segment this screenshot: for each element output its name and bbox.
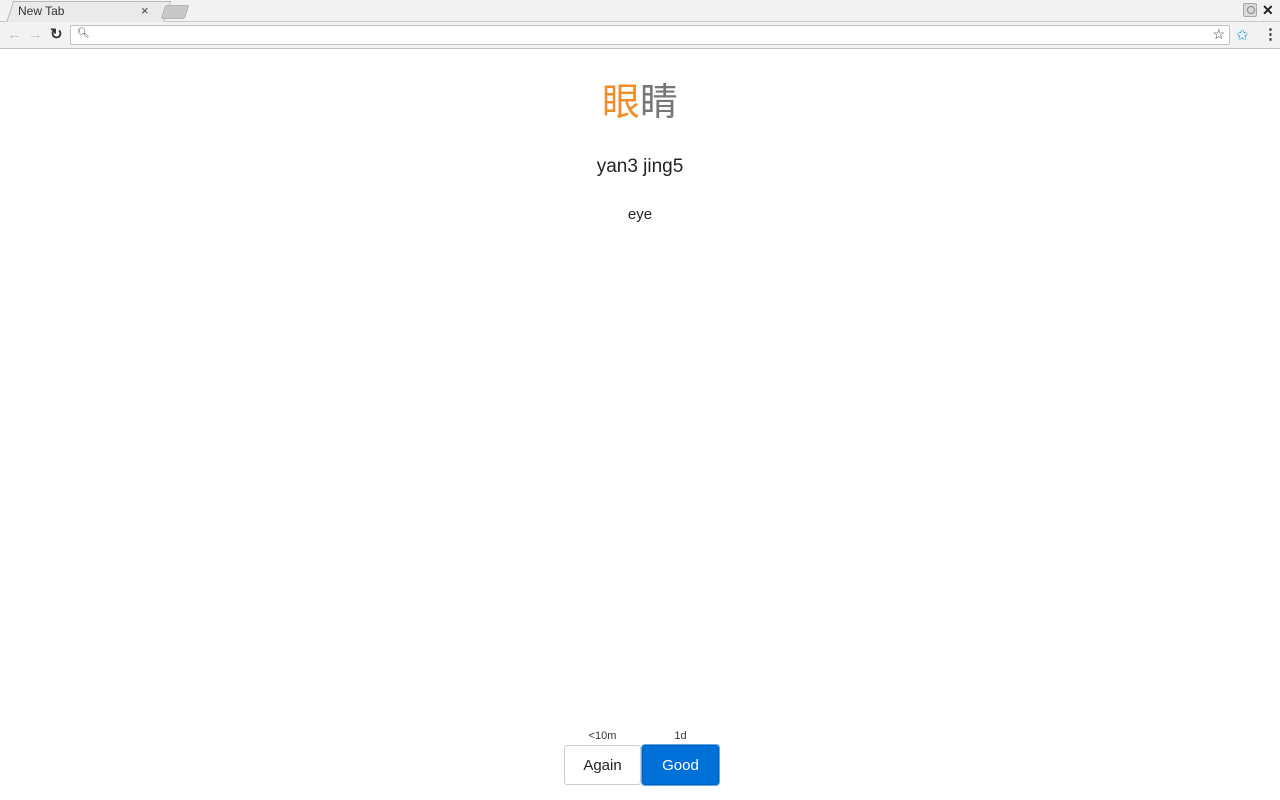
address-input[interactable]: [91, 27, 1211, 43]
hanzi-char: 睛: [640, 80, 679, 124]
pinyin: yan3 jing5: [596, 156, 684, 177]
address-bar[interactable]: 🔍︎ ☆: [70, 25, 1230, 45]
hanzi-word: 眼睛: [0, 80, 1280, 124]
again-interval: <10m: [588, 730, 617, 742]
window-close-icon[interactable]: ✕: [1262, 2, 1274, 19]
good-interval: 1d: [674, 730, 687, 742]
extension-icon[interactable]: ✩: [1236, 26, 1249, 44]
flashcard: 眼睛 yan3 jing5 eye: [0, 50, 1280, 800]
hanzi-char: 眼: [601, 80, 640, 124]
answer-again: <10m Again: [564, 729, 641, 785]
again-button[interactable]: Again: [564, 745, 641, 785]
good-button[interactable]: Good: [642, 745, 719, 785]
bookmark-star-icon[interactable]: ☆: [1212, 26, 1225, 43]
tab-close-icon[interactable]: ×: [141, 3, 149, 18]
new-tab-button[interactable]: [160, 5, 190, 19]
tab-strip: New Tab × ✕: [0, 0, 1280, 23]
tab-content: New Tab ×: [10, 1, 160, 21]
answer-good: 1d Good: [642, 729, 719, 785]
menu-icon[interactable]: ⋮: [1263, 25, 1278, 43]
forward-icon[interactable]: →: [28, 26, 43, 44]
reload-icon[interactable]: ↻: [50, 26, 63, 44]
back-icon[interactable]: ←: [7, 26, 22, 44]
meaning: eye: [627, 206, 653, 223]
browser-toolbar: ← → ↻ 🔍︎ ☆ ✩ ⋮: [0, 22, 1280, 49]
tab-title: New Tab: [18, 4, 65, 18]
search-icon: 🔍︎: [77, 28, 90, 39]
profile-icon[interactable]: [1243, 3, 1257, 17]
answer-bar: <10m Again 1d Good: [564, 729, 724, 789]
